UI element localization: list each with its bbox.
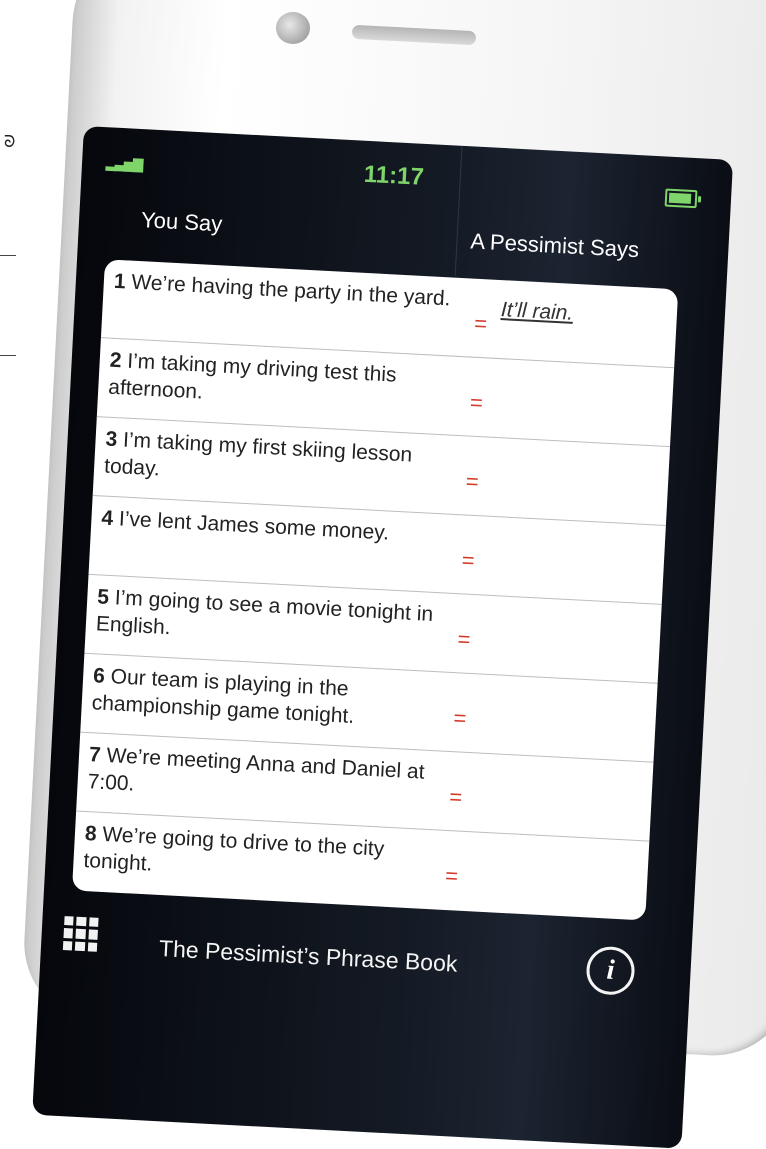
phrase-text: I’m taking my first skiing lesson today. — [103, 428, 413, 481]
row-number: 1 — [113, 269, 127, 294]
equals-sign: = — [448, 784, 463, 810]
row-number: 4 — [100, 506, 114, 531]
equals-sign: = — [457, 626, 472, 652]
status-time: 11:17 — [363, 160, 425, 191]
margin-line — [0, 355, 16, 356]
row-number: 6 — [92, 664, 106, 688]
you-say-text: 2 I’m taking my driving test this aftern… — [108, 347, 460, 419]
row-number: 7 — [88, 743, 102, 767]
row-number: 8 — [84, 822, 98, 846]
app-title: The Pessimist’s Phrase Book — [158, 935, 459, 977]
grid-menu-icon[interactable] — [62, 916, 99, 952]
phrase-table: 1 We’re having the party in the yard. = … — [71, 259, 679, 921]
phrase-text: I’m taking my driving test this afternoo… — [107, 349, 398, 404]
info-icon[interactable]: i — [585, 945, 636, 996]
phrase-text: We’re meeting Anna and Daniel at 7:00. — [87, 744, 426, 796]
equals-sign: = — [465, 468, 480, 495]
signal-icon: ▂▃▅▇ — [105, 155, 143, 173]
phone-screen: ▂▃▅▇ 11:17 You Say A Pessimist Says 1 We… — [32, 126, 734, 1149]
pessimist-answer: It’ll rain. — [500, 298, 574, 325]
row-number: 5 — [96, 585, 110, 609]
phrase-text: Our team is playing in the championship … — [91, 665, 355, 728]
equals-sign: = — [444, 862, 459, 889]
you-say-text: 8 We’re going to drive to the city tonig… — [83, 820, 435, 892]
row-number: 2 — [109, 348, 123, 373]
equals-sign: = — [469, 389, 484, 416]
you-say-text: 5 I’m going to see a movie tonight in En… — [95, 583, 447, 655]
you-say-text: 7 We’re meeting Anna and Daniel at 7:00. — [87, 741, 439, 813]
row-number: 3 — [105, 427, 118, 452]
column-header-you-say: You Say — [140, 207, 223, 237]
equals-sign: = — [452, 705, 468, 731]
you-say-text: 3 I’m taking my first skiing lesson toda… — [104, 426, 456, 498]
equals-sign: = — [473, 310, 488, 337]
you-say-text: 4 I’ve lent James some money. — [101, 504, 452, 549]
you-say-text: 6 Our team is playing in the championshi… — [91, 662, 443, 734]
column-header-pessimist-says: A Pessimist Says — [469, 228, 640, 263]
phrase-text: I’m going to see a movie tonight in Engl… — [95, 586, 434, 640]
phrase-text: We’re having the party in the yard. — [130, 270, 452, 311]
battery-icon — [664, 188, 698, 209]
margin-scribble: ᘐ — [4, 132, 16, 151]
equals-sign: = — [461, 547, 476, 574]
margin-line — [0, 255, 16, 256]
phrase-text: I’ve lent James some money. — [118, 507, 390, 545]
phrase-text: We’re going to drive to the city tonight… — [82, 822, 385, 876]
camera-lens — [276, 12, 310, 44]
you-say-text: 1 We’re having the party in the yard. — [113, 268, 464, 313]
